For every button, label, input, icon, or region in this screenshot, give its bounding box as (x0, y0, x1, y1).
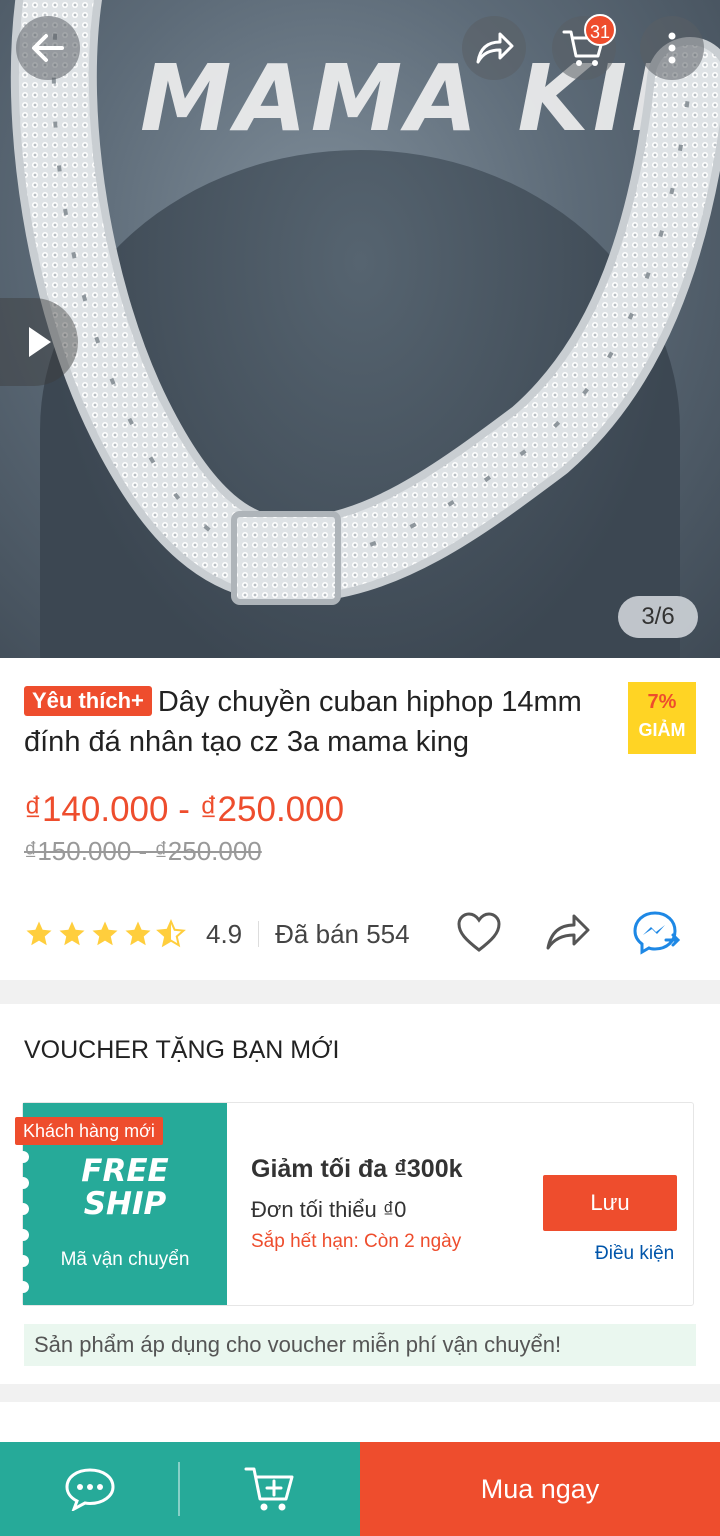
voucher-conditions-link[interactable]: Điều kiện (595, 1243, 674, 1265)
image-counter: 3/6 (618, 596, 698, 638)
voucher-note: Sản phẩm áp dụng cho voucher miễn phí vậ… (24, 1324, 696, 1366)
notch (17, 1229, 29, 1241)
star-icon (125, 921, 151, 946)
free-ship-logo: FREE SHIP (23, 1155, 227, 1221)
discount-percent: 7% (647, 691, 677, 713)
product-actions (456, 910, 696, 958)
star-icon (59, 921, 85, 946)
messenger-icon (633, 911, 681, 955)
new-customer-badge: Khách hàng mới (15, 1117, 163, 1145)
free-ship-line2: SHIP (83, 1186, 167, 1222)
save-voucher-button[interactable]: Lưu (543, 1175, 677, 1231)
voucher-card[interactable]: FREE SHIP Mã vận chuyển Khách hàng mới G… (15, 1102, 694, 1306)
necklace-image (10, 0, 720, 605)
voucher-type: Mã vận chuyển (60, 1249, 190, 1270)
like-button[interactable] (456, 910, 502, 961)
bottom-action-bar: Mua ngay (0, 1442, 720, 1536)
voucher-expiry: Sắp hết hạn: Còn 2 ngày (251, 1231, 462, 1252)
more-vertical-icon (668, 32, 676, 64)
messenger-share-button[interactable] (632, 910, 682, 961)
share-product-button[interactable] (544, 910, 592, 961)
rating-row: 4.9 Đã bán 554 (24, 910, 696, 958)
product-image-gallery[interactable]: MAMA KING 31 (0, 0, 720, 658)
voucher-section-title: VOUCHER TẶNG BẠN MỚI (24, 1036, 340, 1064)
current-price: ₫140.000 - ₫250.000 (24, 790, 345, 829)
free-ship-line1: FREE (81, 1153, 169, 1189)
product-title: Yêu thích+ Dây chuyền cuban hiphop 14mm đ… (24, 682, 624, 762)
cart-count-badge: 31 (583, 14, 616, 46)
star-half-icon (156, 919, 186, 948)
discount-label: GIẢM (638, 720, 686, 740)
section-separator (0, 980, 720, 1004)
cart-button[interactable]: 31 (552, 14, 616, 80)
share-button[interactable] (462, 16, 526, 80)
rating-value: 4.9 (206, 918, 243, 949)
voucher-title: Giảm tối đa ₫300k (251, 1155, 463, 1183)
play-icon (29, 327, 51, 357)
section-separator (0, 1384, 720, 1402)
chat-button[interactable] (0, 1442, 180, 1536)
add-to-cart-button[interactable] (180, 1442, 360, 1536)
original-price: ₫150.000 - ₫250.000 (24, 836, 262, 866)
favorite-plus-badge: Yêu thích+ (24, 686, 152, 716)
rating-stars (24, 919, 186, 949)
more-button[interactable] (640, 16, 704, 80)
divider (258, 921, 260, 947)
star-icon (26, 921, 52, 946)
share-icon (546, 914, 590, 950)
heart-icon (457, 912, 501, 952)
voucher-min-order: Đơn tối thiểu ₫0 (251, 1197, 407, 1222)
back-arrow-icon (32, 34, 64, 62)
back-button[interactable] (16, 16, 80, 80)
star-icon (92, 921, 118, 946)
sold-count: Đã bán 554 (275, 918, 410, 949)
chat-icon (65, 1468, 115, 1511)
share-icon (476, 32, 514, 64)
add-to-cart-icon (244, 1467, 294, 1511)
discount-tag: 7% GIẢM (628, 682, 696, 754)
notch (17, 1281, 29, 1293)
buy-now-button[interactable]: Mua ngay (360, 1442, 720, 1536)
